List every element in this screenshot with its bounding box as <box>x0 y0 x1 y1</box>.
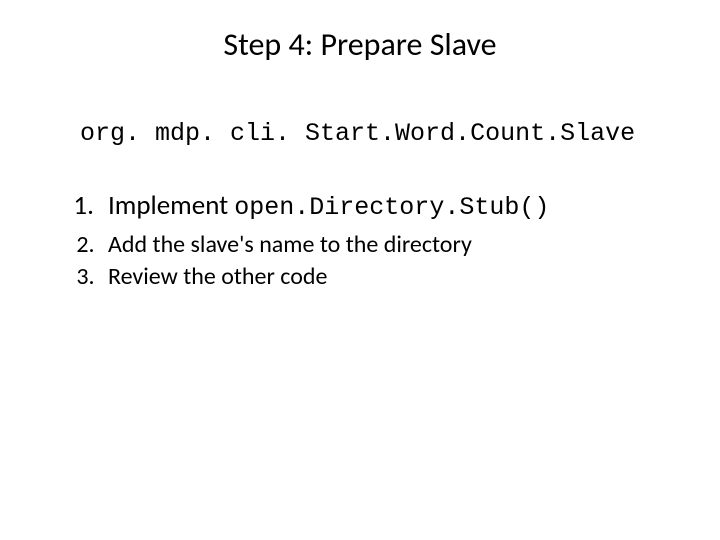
steps-list: Implement open.Directory.Stub() Add the … <box>40 188 680 294</box>
item-text: Review the other code <box>108 262 327 291</box>
code-inline: open.Directory.Stub() <box>234 193 549 222</box>
list-item: Implement open.Directory.Stub() <box>100 188 680 225</box>
slide-title: Step 4: Prepare Slave <box>40 25 680 64</box>
list-item: Review the other code <box>100 261 680 293</box>
list-item: Add the slave's name to the directory <box>100 229 680 261</box>
item-text: Add the slave's name to the directory <box>108 230 472 259</box>
item-text: Implement <box>108 189 234 222</box>
class-name: org. mdp. cli. Start.Word.Count.Slave <box>80 119 680 148</box>
